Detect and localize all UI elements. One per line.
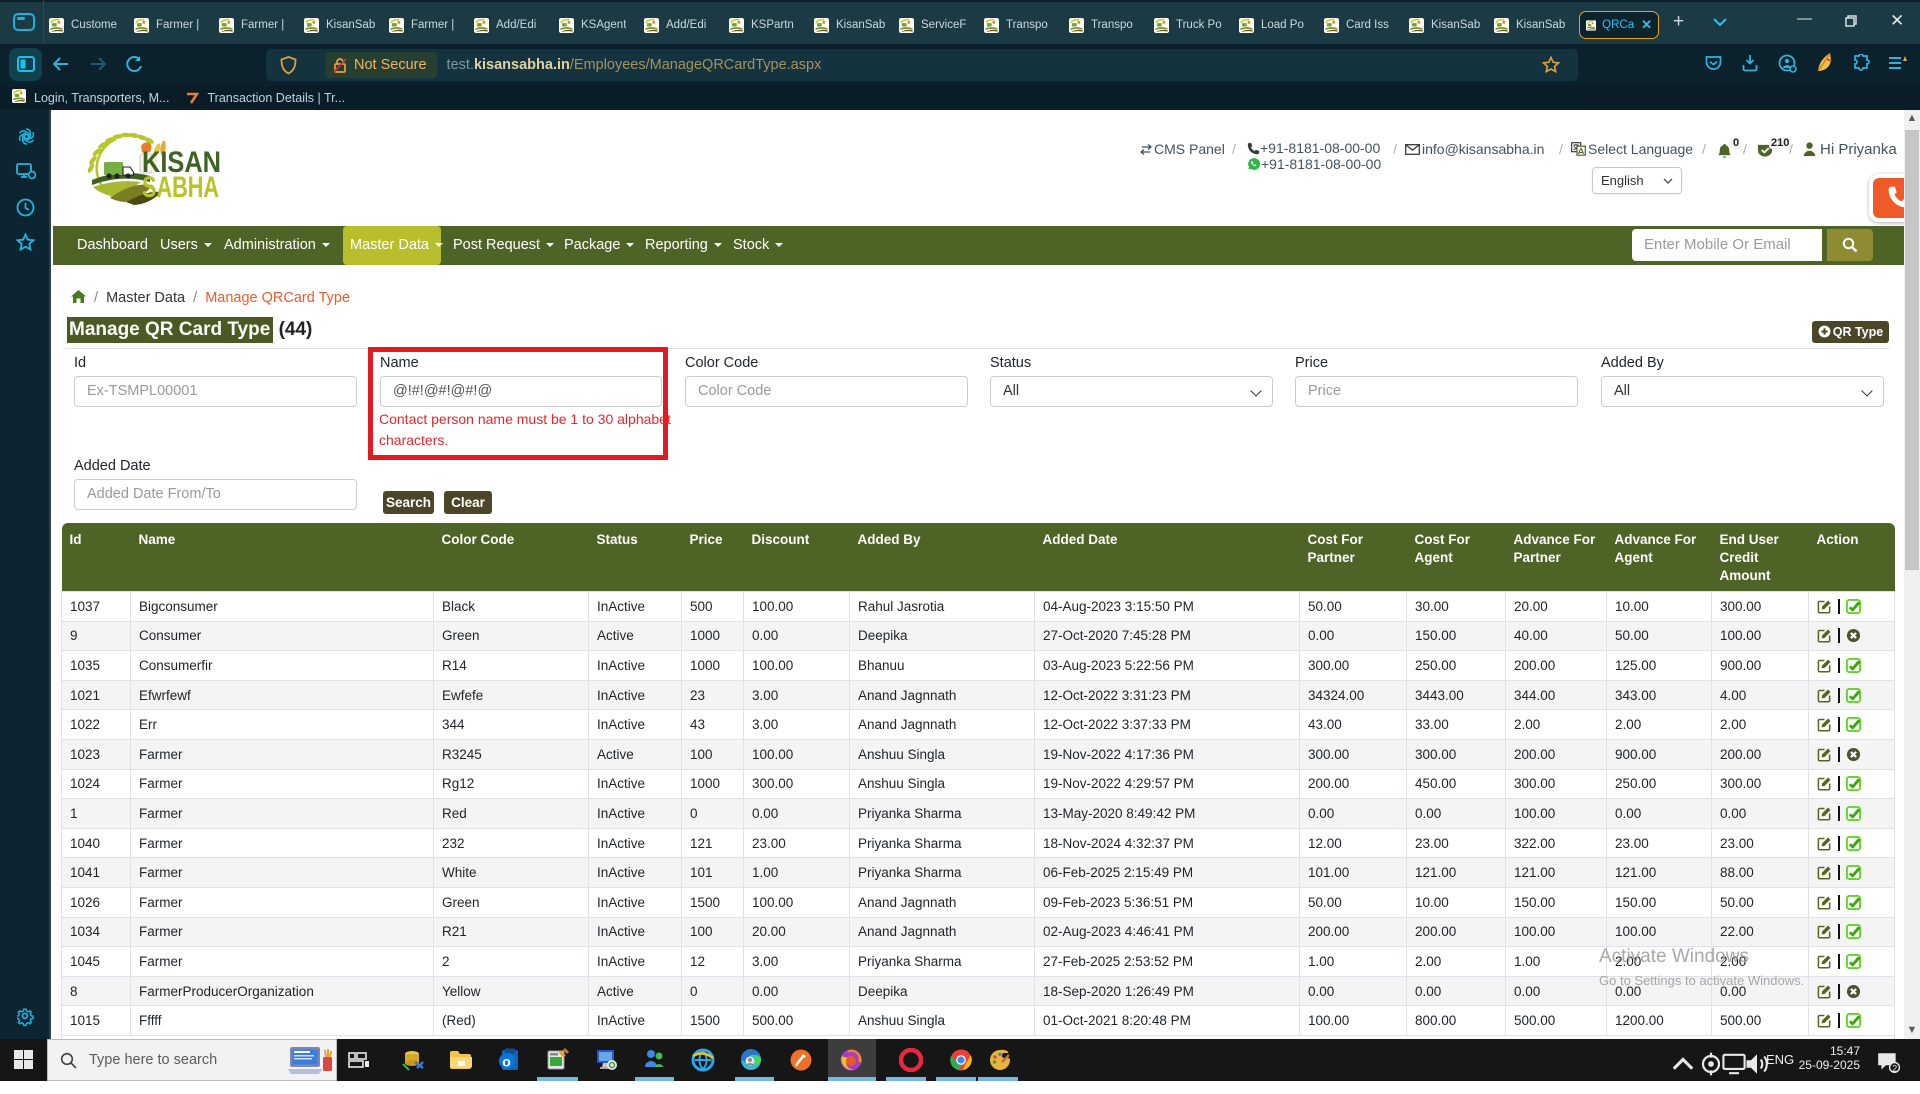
svg-text:SABHA: SABHA [142, 171, 219, 204]
svg-text:2: 2 [1892, 1063, 1897, 1073]
svg-text:o: o [502, 1054, 511, 1070]
